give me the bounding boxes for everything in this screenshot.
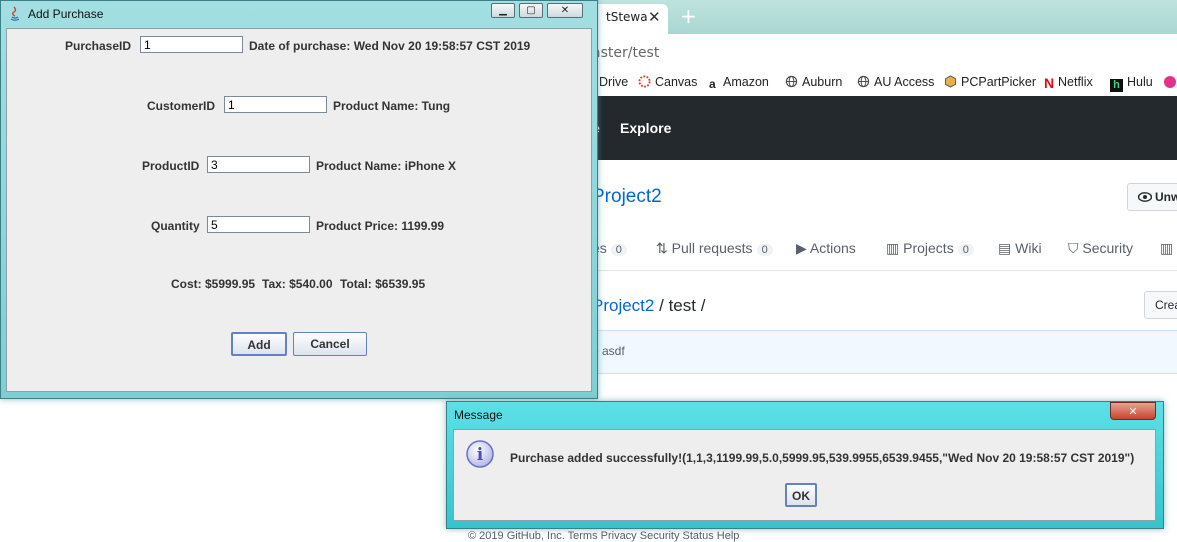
- url-text: aster/test: [592, 45, 660, 61]
- product-id-field[interactable]: [207, 156, 310, 173]
- bookmark-au-access[interactable]: AU Access: [857, 75, 934, 89]
- shield-icon: ⛉: [1068, 240, 1083, 256]
- breadcrumb-folder: test: [668, 296, 696, 315]
- cancel-button[interactable]: Cancel: [293, 332, 367, 356]
- tax-value: Tax: $540.00: [262, 277, 333, 291]
- close-icon: ✕: [560, 5, 570, 16]
- globe-icon: [785, 75, 798, 88]
- ok-button[interactable]: OK: [785, 483, 817, 507]
- product-name: Product Name: iPhone X: [316, 159, 457, 173]
- minimize-button[interactable]: ▁: [491, 3, 515, 18]
- add-purchase-titlebar[interactable]: Add Purchase ▁ ▢ ✕: [1, 1, 597, 28]
- quantity-field[interactable]: [207, 216, 310, 233]
- quantity-label: Quantity: [151, 219, 200, 233]
- pull-request-icon: ⇅: [656, 240, 672, 256]
- add-purchase-window: Add Purchase ▁ ▢ ✕ PurchaseID Date of pu…: [0, 0, 598, 399]
- message-text: Purchase added successfully!(1,1,3,1199.…: [510, 451, 1135, 465]
- tab-wiki[interactable]: ▤ Wiki: [998, 240, 1042, 257]
- java-icon: [10, 6, 20, 21]
- bookmark-hulu[interactable]: h Hulu: [1110, 75, 1153, 92]
- bookmark-amazon[interactable]: a Amazon: [709, 75, 769, 91]
- book-icon: ▤: [998, 240, 1016, 256]
- bookmark-canvas[interactable]: Canvas: [638, 75, 697, 89]
- info-icon: i: [466, 440, 494, 468]
- eye-icon: [1137, 192, 1153, 202]
- breadcrumb-repo-link[interactable]: Project2: [592, 296, 654, 315]
- customer-name: Product Name: Tung: [333, 99, 451, 113]
- breadcrumb: Project2 / test /: [592, 296, 706, 315]
- customer-id-label: CustomerID: [147, 99, 216, 113]
- globe-icon: [857, 75, 870, 88]
- tab-security[interactable]: ⛉ Security: [1068, 240, 1133, 257]
- page-footer: © 2019 GitHub, Inc. Terms Privacy Securi…: [468, 530, 740, 542]
- canvas-icon: [638, 75, 651, 88]
- repo-name-link[interactable]: Project2: [592, 186, 662, 208]
- pr-count: 0: [756, 244, 773, 256]
- add-button[interactable]: Add: [231, 332, 287, 356]
- amazon-icon: a: [709, 77, 716, 91]
- bookmark-auburn[interactable]: Auburn: [785, 75, 842, 89]
- issues-count: 0: [610, 244, 627, 256]
- commit-bar: [590, 330, 1177, 374]
- hulu-icon: h: [1110, 79, 1123, 92]
- insights-icon[interactable]: ▥: [1160, 240, 1173, 257]
- date-of-purchase: Date of purchase: Wed Nov 20 19:58:57 CS…: [249, 39, 531, 53]
- new-tab-icon[interactable]: +: [680, 4, 697, 28]
- tab-projects[interactable]: ▥ Projects 0: [886, 240, 974, 257]
- create-file-button[interactable]: Crea: [1144, 291, 1177, 319]
- bookmark-drive[interactable]: Drive: [599, 75, 628, 89]
- message-dialog: Message ✕ i Purchase added successfully!…: [446, 401, 1164, 529]
- message-content: [453, 429, 1156, 521]
- close-button[interactable]: ✕: [547, 3, 583, 18]
- customer-id-field[interactable]: [224, 96, 327, 113]
- maximize-button[interactable]: ▢: [519, 3, 543, 18]
- tab-actions[interactable]: ▶ Actions: [796, 240, 856, 257]
- total-value: Total: $6539.95: [340, 277, 426, 291]
- tab-pull-requests[interactable]: ⇅ Pull requests 0: [656, 240, 773, 257]
- close-icon: ✕: [1128, 405, 1138, 418]
- bookmark-icon-partial[interactable]: [1163, 75, 1177, 89]
- nav-explore[interactable]: Explore: [620, 120, 671, 136]
- projects-count: 0: [957, 244, 974, 256]
- svg-text:i: i: [477, 445, 484, 465]
- maximize-icon: ▢: [526, 5, 536, 16]
- purchase-id-label: PurchaseID: [65, 39, 132, 53]
- message-close-button[interactable]: ✕: [1110, 402, 1156, 420]
- netflix-icon: N: [1044, 75, 1055, 91]
- tabs-divider: [590, 270, 1177, 271]
- product-price: Product Price: 1199.99: [316, 219, 445, 233]
- minimize-icon: ▁: [499, 5, 507, 16]
- bookmark-pcpartpicker[interactable]: PCPartPicker: [944, 75, 1036, 89]
- unwatch-button[interactable]: Unw: [1127, 183, 1177, 211]
- tab-close-icon[interactable]: ✕: [648, 8, 661, 26]
- message-titlebar[interactable]: Message ✕: [447, 402, 1163, 428]
- product-id-label: ProductID: [142, 159, 200, 173]
- play-icon: ▶: [796, 240, 810, 256]
- purchase-id-field[interactable]: [140, 36, 243, 53]
- pcpartpicker-icon: [944, 75, 957, 88]
- bookmark-netflix[interactable]: N Netflix: [1044, 75, 1093, 91]
- message-title: Message: [454, 408, 503, 422]
- project-icon: ▥: [886, 240, 904, 256]
- cost-value: Cost: $5999.95: [171, 277, 256, 291]
- add-purchase-title: Add Purchase: [28, 7, 104, 21]
- browser-tab-title: tStewa: [606, 10, 648, 24]
